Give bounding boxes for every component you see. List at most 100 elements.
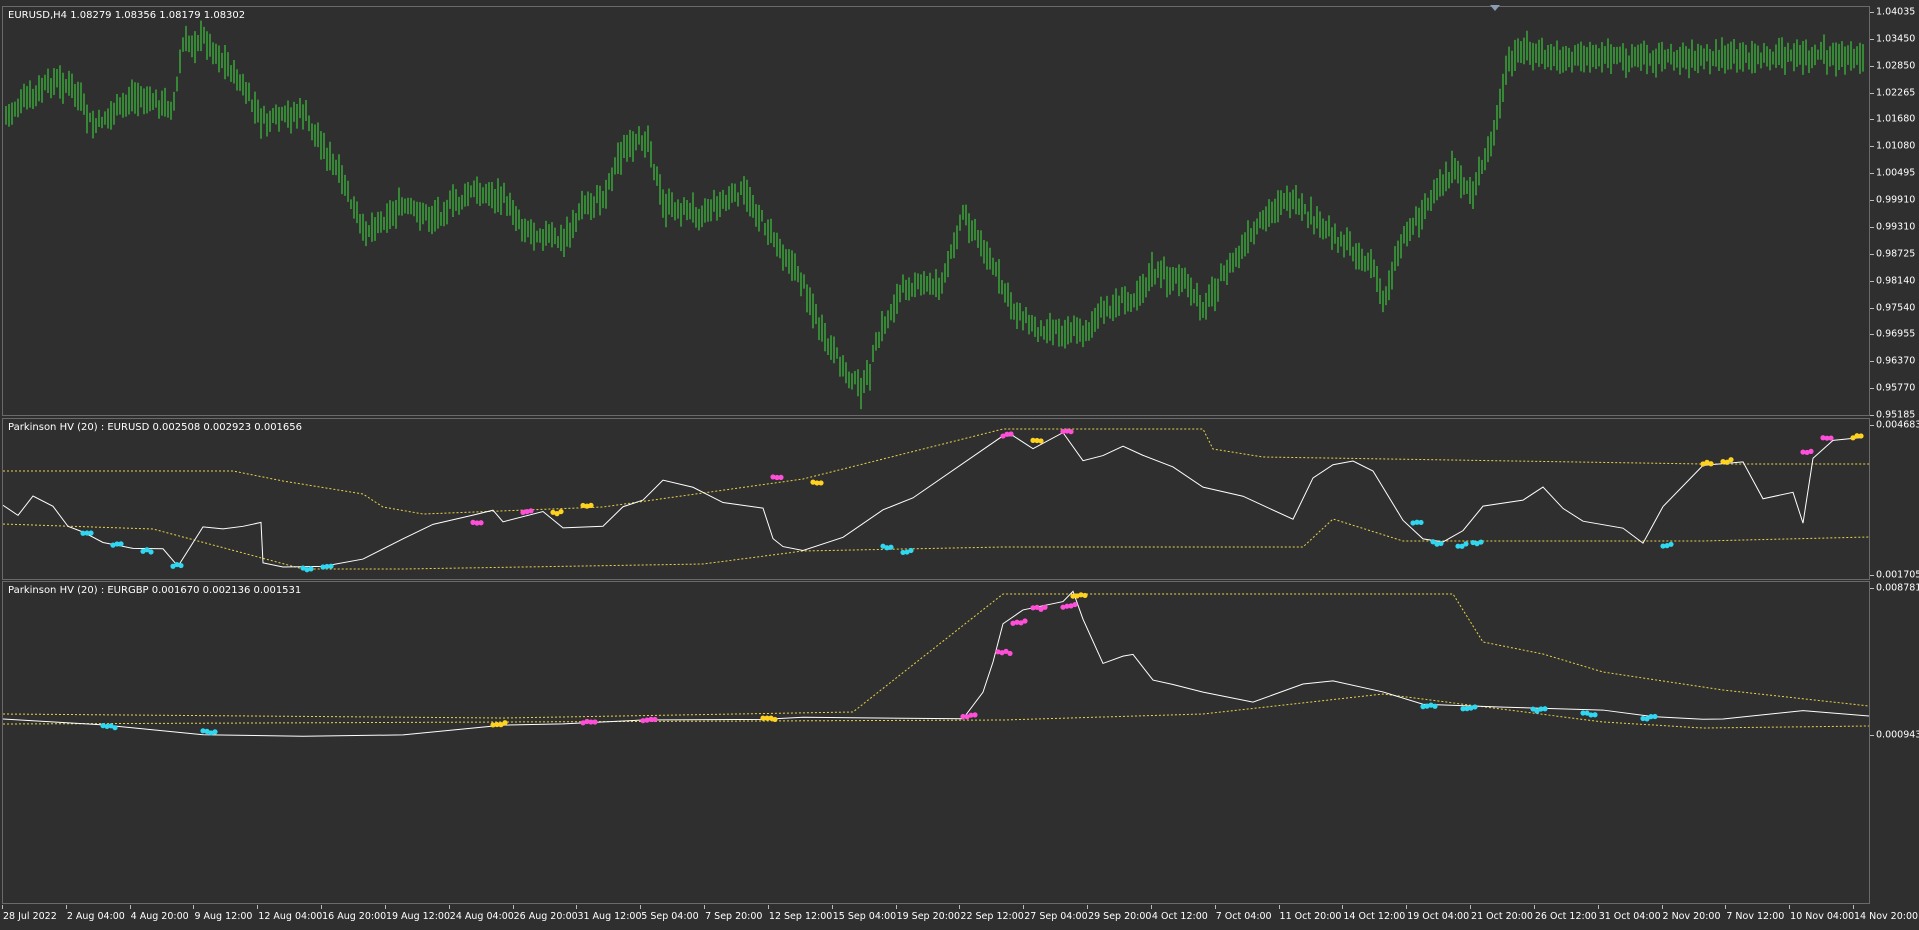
- upper-band-line: [3, 593, 1869, 719]
- hv-dot: [1022, 618, 1028, 624]
- scale-tick: [1870, 588, 1874, 589]
- time-label: 27 Sep 04:00: [1024, 911, 1088, 922]
- time-axis[interactable]: 28 Jul 2022 2 Aug 04:00 4 Aug 20:00 9 Aug 1…: [2, 905, 1919, 930]
- scale-label: 1.00495: [1876, 167, 1916, 179]
- time-tick: [767, 905, 769, 909]
- hv-dot: [1478, 539, 1484, 545]
- time-label: 12 Sep 12:00: [768, 911, 833, 922]
- time-tick: [576, 905, 578, 909]
- scale-tick: [1870, 173, 1874, 175]
- hv-dot: [908, 547, 914, 554]
- hv-dot: [972, 712, 978, 718]
- time-tick: [129, 905, 131, 909]
- time-label: 14 Oct 12:00: [1343, 911, 1406, 922]
- scale-label: 1.01080: [1876, 140, 1916, 152]
- indicator-2-scale[interactable]: 0.008781 0.000943: [1870, 581, 1919, 904]
- time-tick: [1087, 905, 1089, 909]
- scale-label: 0.96955: [1876, 328, 1916, 340]
- scale-tick: [1870, 388, 1874, 390]
- main-price-scale[interactable]: 1.04035 1.03450 1.02850 1.02265 1.01680 1.010…: [1870, 6, 1919, 421]
- indicator-1-plot: [3, 428, 1869, 573]
- hv-dot: [1828, 435, 1834, 441]
- hv-dot: [1728, 457, 1734, 463]
- hv-dot: [1042, 604, 1048, 610]
- indicator-2-pane[interactable]: Parkinson HV (20) : EURGBP 0.001670 0.00…: [2, 581, 1870, 904]
- hv-dot: [1808, 448, 1814, 454]
- scale-label: 1.02265: [1876, 87, 1916, 99]
- scale-tick: [1870, 735, 1874, 736]
- hv-line: [3, 431, 1864, 568]
- time-label: 7 Oct 04:00: [1215, 911, 1272, 922]
- main-chart-pane[interactable]: EURUSD,H4 1.08279 1.08356 1.08179 1.0830…: [2, 6, 1870, 416]
- hv-dot: [1432, 703, 1438, 709]
- time-tick: [321, 905, 323, 909]
- scale-tick: [1870, 253, 1874, 255]
- scale-tick: [1870, 38, 1874, 40]
- indicator-1-scale[interactable]: 0.004683 0.001705: [1870, 418, 1919, 581]
- time-tick: [1661, 905, 1663, 909]
- scale-label: 0.004683: [1876, 419, 1919, 431]
- time-tick: [384, 905, 386, 909]
- time-label: 14 Nov 20:00: [1854, 911, 1919, 922]
- indicator-1-label: Parkinson HV (20) : EURUSD 0.002508 0.00…: [8, 422, 302, 433]
- scale-label: 0.001705: [1876, 569, 1919, 581]
- time-label: 7 Nov 12:00: [1726, 911, 1785, 922]
- time-label: 26 Oct 12:00: [1534, 911, 1597, 922]
- hv-dot: [1592, 712, 1598, 718]
- time-label: 29 Sep 20:00: [1088, 911, 1152, 922]
- hv-dot: [1438, 540, 1444, 547]
- time-tick: [1789, 905, 1791, 909]
- hv-dot: [1008, 431, 1014, 437]
- time-tick: [1533, 905, 1535, 909]
- shift-marker-icon[interactable]: [1490, 5, 1500, 11]
- time-tick: [1597, 905, 1599, 909]
- time-label: 4 Oct 12:00: [1151, 911, 1208, 922]
- scale-label: 0.97540: [1876, 302, 1916, 314]
- time-tick: [193, 905, 195, 909]
- hv-dot: [148, 549, 154, 555]
- main-chart-label: EURUSD,H4 1.08279 1.08356 1.08179 1.0830…: [8, 10, 246, 21]
- hv-dot: [778, 474, 784, 481]
- time-tick: [1470, 905, 1472, 909]
- hv-dot: [118, 541, 124, 547]
- time-label: 2 Nov 20:00: [1662, 911, 1721, 922]
- time-label: 7 Sep 20:00: [705, 911, 763, 922]
- time-tick: [831, 905, 833, 909]
- hv-dot: [1418, 519, 1424, 526]
- time-tick: [512, 905, 514, 909]
- scale-label: 0.95770: [1876, 382, 1916, 394]
- time-label: 2 Aug 04:00: [66, 911, 125, 922]
- indicator-2-label: Parkinson HV (20) : EURGBP 0.001670 0.00…: [8, 585, 302, 596]
- scale-tick: [1870, 575, 1874, 576]
- time-tick: [448, 905, 450, 909]
- time-tick: [1406, 905, 1408, 909]
- scale-label: 1.04035: [1876, 6, 1916, 18]
- time-label: 10 Nov 04:00: [1790, 911, 1855, 922]
- hv-dot: [558, 508, 564, 515]
- hv-dot: [1542, 706, 1548, 712]
- indicator-1-pane[interactable]: Parkinson HV (20) : EURUSD 0.002508 0.00…: [2, 418, 1870, 580]
- time-tick: [1278, 905, 1280, 909]
- time-label: 31 Aug 12:00: [577, 911, 642, 922]
- time-label: 19 Oct 04:00: [1407, 911, 1470, 922]
- time-tick: [640, 905, 642, 909]
- scale-tick: [1870, 307, 1874, 309]
- scale-label: 0.008781: [1876, 582, 1919, 594]
- scale-label: 1.01680: [1876, 113, 1916, 125]
- hv-dot: [212, 729, 218, 735]
- time-tick: [1725, 905, 1727, 909]
- hv-dot: [528, 508, 534, 514]
- scale-tick: [1870, 146, 1874, 148]
- scale-label: 0.96370: [1876, 355, 1916, 367]
- hv-dot: [1858, 433, 1864, 439]
- indicator-2-plot: [3, 590, 1869, 737]
- hv-dot: [478, 520, 484, 526]
- time-label: 9 Aug 12:00: [194, 911, 253, 922]
- scale-label: 1.03450: [1876, 33, 1916, 45]
- scale-tick: [1870, 226, 1874, 228]
- time-tick: [895, 905, 897, 909]
- scale-tick: [1870, 425, 1874, 426]
- time-tick: [959, 905, 961, 909]
- time-label: 12 Aug 04:00: [258, 911, 323, 922]
- hv-dot: [1708, 461, 1714, 467]
